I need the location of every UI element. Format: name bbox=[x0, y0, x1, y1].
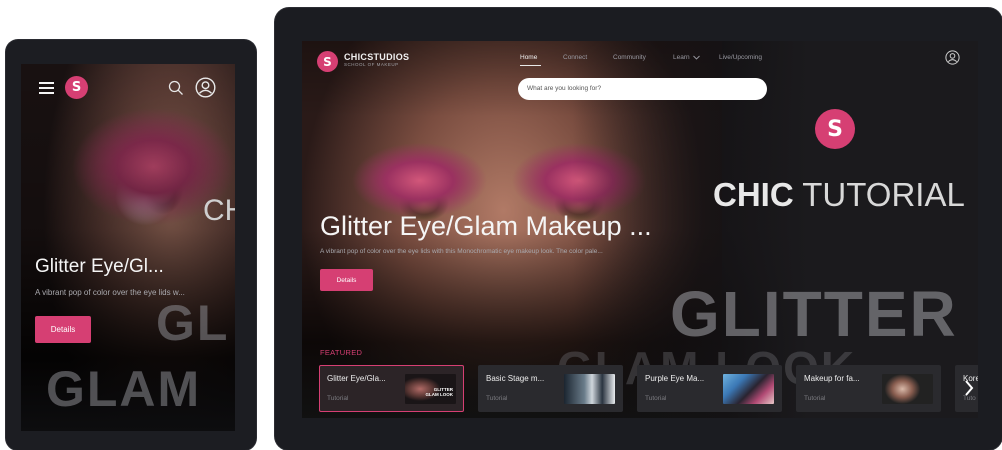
search-icon[interactable] bbox=[168, 80, 184, 96]
tablet-screen: S CHIC TUTORIAL GLITTER GLAM LOOK S CHIC… bbox=[302, 41, 978, 418]
nav-learn[interactable]: Learn bbox=[673, 54, 701, 61]
phone-hero-title: Glitter Eye/Gl... bbox=[35, 256, 164, 277]
hero-description: A vibrant pop of color over the eye lids… bbox=[320, 248, 603, 255]
card-thumbnail bbox=[723, 374, 774, 404]
details-button[interactable]: Details bbox=[320, 269, 373, 291]
card-thumbnail bbox=[882, 374, 933, 404]
poster-logo: S bbox=[815, 109, 855, 149]
nav-community[interactable]: Community bbox=[613, 54, 646, 61]
phone-poster-glitter: GL bbox=[156, 295, 230, 351]
search-placeholder: What are you looking for? bbox=[527, 85, 602, 92]
chevron-right-icon[interactable] bbox=[964, 379, 974, 397]
brand-logo[interactable]: S bbox=[317, 51, 338, 72]
featured-card[interactable]: Glitter Eye/Gla... Tutorial GLITTER GLAM… bbox=[319, 365, 464, 412]
brand-name: CHICSTUDIOS bbox=[344, 52, 410, 62]
poster-title: CHIC TUTORIAL bbox=[713, 176, 965, 213]
brand-tagline: SCHOOL OF MAKEUP bbox=[344, 62, 399, 67]
card-thumbnail: GLITTER GLAM LOOK bbox=[405, 374, 456, 404]
nav-live-upcoming[interactable]: Live/Upcoming bbox=[719, 54, 762, 61]
phone-brand-logo[interactable]: S bbox=[65, 76, 88, 99]
featured-label: FEATURED bbox=[320, 348, 363, 357]
hamburger-menu-icon[interactable] bbox=[39, 82, 54, 94]
chevron-down-icon bbox=[693, 55, 701, 60]
account-icon[interactable] bbox=[195, 77, 216, 98]
featured-card[interactable]: Purple Eye Ma... Tutorial bbox=[637, 365, 782, 412]
account-icon[interactable] bbox=[945, 50, 960, 65]
phone-hero-description: A vibrant pop of color over the eye lids… bbox=[35, 288, 185, 297]
phone-poster-glam: GLAM bbox=[46, 361, 202, 417]
nav-active-underline bbox=[520, 65, 541, 66]
phone-screen: CH GL GLAM S Glitter Eye/Gl... A vibrant… bbox=[21, 64, 235, 431]
card-thumbnail bbox=[564, 374, 615, 404]
nav-home[interactable]: Home bbox=[520, 54, 537, 61]
nav-connect[interactable]: Connect bbox=[563, 54, 587, 61]
phone-details-button[interactable]: Details bbox=[35, 316, 91, 343]
search-input[interactable]: What are you looking for? bbox=[518, 78, 767, 100]
hero-title: Glitter Eye/Glam Makeup ... bbox=[320, 211, 652, 241]
phone-poster-chic: CH bbox=[203, 194, 235, 227]
featured-card[interactable]: Basic Stage m... Tutorial bbox=[478, 365, 623, 412]
featured-card[interactable]: Makeup for fa... Tutorial bbox=[796, 365, 941, 412]
poster-glitter-text: GLITTER bbox=[670, 278, 958, 350]
